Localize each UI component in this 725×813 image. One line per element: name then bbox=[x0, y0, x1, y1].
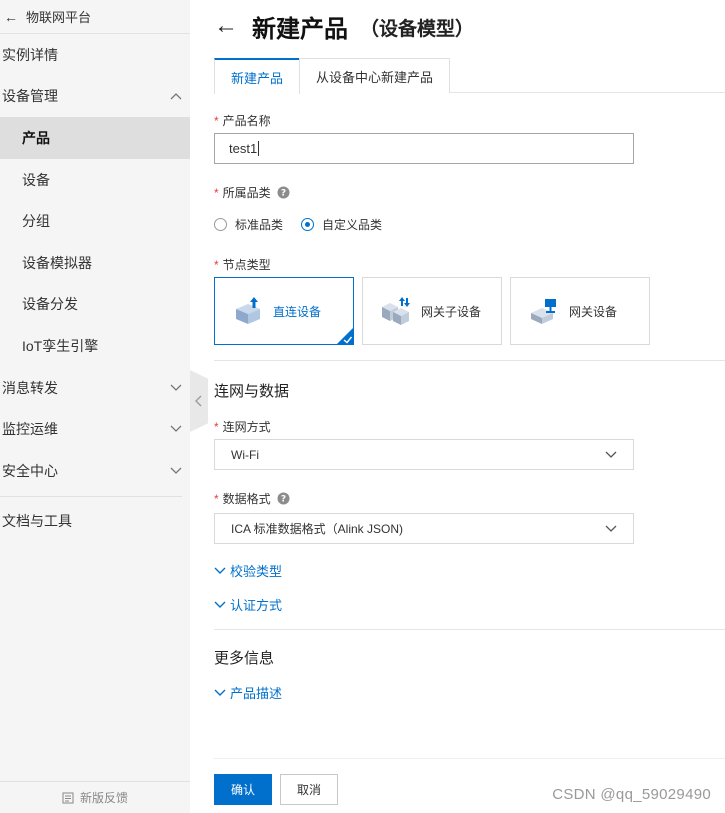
back-arrow-icon[interactable]: ← bbox=[214, 12, 238, 40]
page-subtitle: （设备模型） bbox=[360, 18, 475, 40]
section-divider bbox=[214, 360, 725, 361]
chevron-down-icon bbox=[605, 525, 617, 532]
chevron-down-icon bbox=[214, 601, 226, 609]
chevron-down-icon bbox=[170, 423, 182, 435]
sidebar-item-label: 设备管理 bbox=[2, 88, 58, 105]
platform-back-link[interactable]: ← 物联网平台 bbox=[0, 0, 190, 34]
sidebar-collapse-handle[interactable] bbox=[190, 370, 208, 432]
sidebar-item-10[interactable]: 安全中心 bbox=[0, 450, 190, 492]
product-name-input[interactable]: test1 bbox=[214, 133, 634, 164]
category-radio-0[interactable]: 标准品类 bbox=[214, 216, 283, 233]
platform-title: 物联网平台 bbox=[26, 10, 92, 25]
category-radio-group: 标准品类 自定义品类 bbox=[214, 216, 400, 233]
radio-circle bbox=[214, 218, 227, 231]
direct-device-icon bbox=[233, 296, 263, 326]
sidebar-item-6[interactable]: 设备分发 bbox=[0, 284, 190, 326]
more-info-section-title: 更多信息 bbox=[214, 650, 275, 667]
svg-text:?: ? bbox=[281, 495, 286, 505]
required-mark: * bbox=[214, 419, 219, 434]
title-row: ← 新建产品 （设备模型） bbox=[214, 6, 474, 46]
chevron-down-icon bbox=[214, 567, 226, 575]
sidebar-item-7[interactable]: IoT孪生引擎 bbox=[0, 325, 190, 367]
radio-label: 标准品类 bbox=[235, 218, 284, 232]
chevron-down-icon bbox=[605, 451, 617, 458]
node-type-label: * 节点类型 bbox=[214, 257, 271, 273]
chevron-down-icon bbox=[170, 382, 182, 394]
sidebar-item-label: 实例详情 bbox=[2, 46, 58, 63]
svg-text:?: ? bbox=[281, 189, 286, 199]
page-title: 新建产品 bbox=[252, 15, 348, 43]
confirm-button[interactable]: 确认 bbox=[214, 774, 272, 805]
sidebar-item-3[interactable]: 设备 bbox=[0, 159, 190, 201]
sidebar-nav: 实例详情设备管理产品设备分组设备模拟器设备分发 IoT孪生引擎消息转发监控运维安全… bbox=[0, 34, 190, 492]
category-label: * 所属品类 ? bbox=[214, 184, 290, 201]
main-content: ← 新建产品 （设备模型） 新建产品 从设备中心新建产品 * 产品名称 test1… bbox=[214, 0, 725, 813]
sidebar-item-2[interactable]: 产品 bbox=[0, 117, 190, 159]
tab-bar: 新建产品 从设备中心新建产品 bbox=[214, 58, 725, 94]
radio-circle bbox=[301, 218, 315, 231]
sidebar-item-9[interactable]: 监控运维 bbox=[0, 408, 190, 450]
node-type-cards: 直连设备 网关子设备 网关设备 bbox=[214, 277, 658, 345]
chevron-up-icon bbox=[170, 90, 182, 102]
category-radio-1[interactable]: 自定义品类 bbox=[301, 216, 382, 233]
data-format-label: * 数据格式 ? bbox=[214, 490, 290, 507]
node-card-gateway-device[interactable]: 网关设备 bbox=[510, 277, 650, 345]
required-mark: * bbox=[214, 113, 219, 128]
chevron-down-icon bbox=[170, 465, 182, 477]
sidebar-item-label: 设备模拟器 bbox=[22, 254, 92, 271]
sidebar-item-label: 监控运维 bbox=[2, 421, 58, 438]
sidebar-item-5[interactable]: 设备模拟器 bbox=[0, 242, 190, 284]
required-mark: * bbox=[214, 491, 219, 506]
sidebar-divider bbox=[0, 495, 182, 497]
required-mark: * bbox=[214, 257, 219, 272]
verify-type-expander[interactable]: 校验类型 bbox=[214, 561, 282, 580]
network-section-title: 连网与数据 bbox=[214, 383, 290, 400]
sidebar-item-docs-tools[interactable]: 文档与工具 bbox=[0, 501, 190, 543]
watermark: CSDN @qq_59029490 bbox=[552, 786, 711, 803]
gateway-device-icon bbox=[529, 296, 559, 326]
gateway-subdevice-icon bbox=[381, 296, 411, 326]
feedback-link[interactable]: 新版反馈 bbox=[0, 781, 190, 813]
text-caret bbox=[258, 141, 260, 156]
help-icon[interactable]: ? bbox=[277, 492, 290, 505]
sidebar-item-label: IoT孪生引擎 bbox=[22, 337, 99, 354]
feedback-icon bbox=[62, 792, 74, 804]
product-name-label: * 产品名称 bbox=[214, 113, 271, 129]
chevron-down-icon bbox=[214, 689, 226, 697]
sidebar-item-label: 安全中心 bbox=[2, 462, 58, 479]
node-card-direct-device[interactable]: 直连设备 bbox=[214, 277, 354, 345]
sidebar-item-8[interactable]: 消息转发 bbox=[0, 367, 190, 409]
sidebar-item-label: 分组 bbox=[22, 213, 50, 230]
tab-1[interactable]: 从设备中心新建产品 bbox=[299, 58, 451, 93]
network-method-select[interactable]: Wi-Fi bbox=[214, 439, 634, 470]
sidebar-item-0[interactable]: 实例详情 bbox=[0, 34, 190, 76]
help-icon[interactable]: ? bbox=[277, 186, 290, 199]
data-format-select[interactable]: ICA 标准数据格式（Alink JSON) bbox=[214, 513, 634, 544]
arrow-left-icon: ← bbox=[4, 8, 18, 25]
sidebar-item-4[interactable]: 分组 bbox=[0, 200, 190, 242]
sidebar-item-label: 设备 bbox=[22, 171, 50, 188]
node-card-gateway-subdevice[interactable]: 网关子设备 bbox=[362, 277, 502, 345]
sidebar-item-1[interactable]: 设备管理 bbox=[0, 76, 190, 118]
tab-0[interactable]: 新建产品 bbox=[214, 58, 301, 94]
section-divider bbox=[214, 629, 725, 630]
sidebar: ← 物联网平台 实例详情设备管理产品设备分组设备模拟器设备分发 IoT孪生引擎消息… bbox=[0, 0, 190, 813]
product-desc-expander[interactable]: 产品描述 bbox=[214, 683, 282, 702]
sidebar-item-label: 消息转发 bbox=[2, 379, 58, 396]
sidebar-item-label: 产品 bbox=[22, 129, 50, 146]
auth-method-expander[interactable]: 认证方式 bbox=[214, 595, 282, 614]
feedback-label: 新版反馈 bbox=[79, 791, 128, 805]
sidebar-item-label: 文档与工具 bbox=[2, 513, 72, 530]
network-method-label: * 连网方式 bbox=[214, 419, 271, 435]
selected-check-icon bbox=[336, 327, 354, 345]
radio-label: 自定义品类 bbox=[322, 218, 383, 232]
required-mark: * bbox=[214, 185, 219, 200]
cancel-button[interactable]: 取消 bbox=[280, 774, 338, 805]
chevron-left-icon bbox=[195, 395, 202, 407]
sidebar-item-label: 设备分发 bbox=[22, 296, 78, 313]
